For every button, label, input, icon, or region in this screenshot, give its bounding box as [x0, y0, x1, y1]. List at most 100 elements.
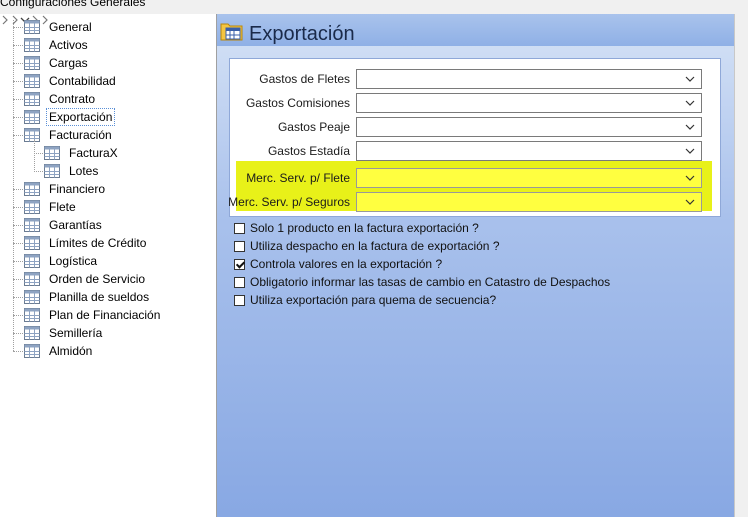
tree-connector	[34, 140, 35, 172]
tree-connector	[13, 135, 23, 136]
tree-item-12[interactable]: Garantías	[24, 216, 105, 234]
grid-table-icon	[24, 74, 40, 88]
tree-item-5[interactable]: Contrato	[24, 90, 98, 108]
grid-table-icon	[24, 182, 40, 196]
expense-dropdown[interactable]	[356, 141, 702, 161]
tree-item-3[interactable]: Cargas	[24, 54, 91, 72]
tree-connector	[13, 279, 23, 280]
expense-fields-group: Gastos de Fletes Gastos Comisiones Gastos …	[228, 58, 721, 217]
panel-title: Exportación	[249, 23, 355, 45]
expense-dropdown[interactable]	[356, 192, 702, 212]
grid-table-icon	[24, 200, 40, 214]
option-checkbox-row[interactable]: Utiliza despacho en la factura de export…	[234, 238, 500, 254]
tree-connector	[13, 351, 23, 352]
chevron-down-icon[interactable]	[685, 196, 695, 210]
tree-item-label: Almidón	[49, 344, 93, 358]
tree-item-label: FacturaX	[69, 146, 118, 160]
window-title: Configuraciones Generales	[0, 0, 146, 9]
grid-table-icon	[24, 236, 40, 250]
tree-item-label: Garantías	[49, 218, 102, 232]
chevron-down-icon[interactable]	[685, 172, 695, 186]
tree-item-9[interactable]: Lotes	[44, 162, 101, 180]
folder-table-icon	[220, 20, 244, 45]
checkbox[interactable]	[234, 240, 245, 252]
field-row: Gastos de Fletes	[230, 69, 720, 91]
checkbox-checked[interactable]	[234, 258, 245, 270]
tree-item-11[interactable]: Flete	[24, 198, 79, 216]
grid-table-icon	[24, 20, 40, 34]
checkbox-label: Controla valores en la exportación ?	[250, 257, 443, 271]
field-row: Gastos Peaje	[230, 117, 720, 139]
tree-item-18[interactable]: Semillería	[24, 324, 105, 342]
expense-dropdown[interactable]	[356, 168, 702, 188]
panel-header: Exportación	[217, 14, 734, 46]
option-checkbox-row[interactable]: Solo 1 producto en la factura exportació…	[234, 220, 479, 236]
tree-connector	[13, 333, 23, 334]
tree-item-label: Exportación	[46, 108, 116, 126]
tree-item-17[interactable]: Plan de Financiación	[24, 306, 163, 324]
tree-connector	[13, 20, 14, 351]
tree-item-label: Cargas	[49, 56, 88, 70]
tree-connector	[13, 63, 23, 64]
expense-dropdown[interactable]	[356, 117, 702, 137]
tree-item-14[interactable]: Logística	[24, 252, 100, 270]
tree-item-19[interactable]: Almidón	[24, 342, 95, 360]
right-edge-partial-window	[734, 14, 748, 517]
checkbox-label: Utiliza despacho en la factura de export…	[250, 239, 500, 253]
chevron-right-icon[interactable]	[0, 14, 10, 28]
checkbox[interactable]	[234, 294, 245, 306]
tree-item-label: Orden de Servicio	[49, 272, 146, 286]
chevron-down-icon[interactable]	[685, 73, 695, 87]
chevron-down-icon[interactable]	[685, 121, 695, 135]
tree-item-15[interactable]: Orden de Servicio	[24, 270, 148, 288]
checkbox-label: Solo 1 producto en la factura exportació…	[250, 221, 479, 235]
tree-item-label: Activos	[49, 38, 88, 52]
chevron-down-icon[interactable]	[685, 145, 695, 159]
tree-item-label: Flete	[49, 200, 76, 214]
field-row: Merc. Serv. p/ Flete	[230, 168, 720, 190]
tree-item-label: Contabilidad	[49, 74, 116, 88]
field-label: Merc. Serv. p/ Flete	[246, 171, 350, 185]
grid-table-icon	[24, 272, 40, 286]
tree-item-16[interactable]: Planilla de sueldos	[24, 288, 152, 306]
checkbox-label: Obligatorio informar las tasas de cambio…	[250, 275, 611, 289]
chevron-down-icon[interactable]	[685, 97, 695, 111]
grid-table-icon	[24, 38, 40, 52]
grid-table-icon	[24, 56, 40, 70]
tree-item-label: Planilla de sueldos	[49, 290, 150, 304]
grid-table-icon	[24, 92, 40, 106]
checkbox[interactable]	[234, 276, 245, 288]
tree-item-label: Facturación	[49, 128, 112, 142]
checkbox-label: Utiliza exportación para quema de secuen…	[250, 293, 497, 307]
grid-table-icon	[24, 344, 40, 358]
tree-item-10[interactable]: Financiero	[24, 180, 108, 198]
grid-table-icon	[44, 146, 60, 160]
checkbox[interactable]	[234, 222, 245, 234]
field-row: Gastos Comisiones	[230, 93, 720, 115]
tree-connector	[13, 225, 23, 226]
expense-dropdown[interactable]	[356, 93, 702, 113]
grid-table-icon	[24, 254, 40, 268]
tree-item-6[interactable]: Exportación	[24, 108, 116, 126]
tree-item-label: Límites de Crédito	[49, 236, 147, 250]
tree-item-1[interactable]: General	[24, 18, 95, 36]
tree-connector	[13, 297, 23, 298]
tree-item-label: Logística	[49, 254, 98, 268]
expense-dropdown[interactable]	[356, 69, 702, 89]
tree-item-4[interactable]: Contabilidad	[24, 72, 119, 90]
settings-tree[interactable]: General Activos Cargas Contabilidad Contrato…	[0, 14, 217, 517]
tree-connector	[13, 207, 23, 208]
option-checkbox-row[interactable]: Utiliza exportación para quema de secuen…	[234, 292, 496, 308]
grid-table-icon	[24, 308, 40, 322]
field-label: Gastos Comisiones	[245, 96, 350, 110]
tree-connector	[13, 27, 23, 28]
tree-item-7[interactable]: Facturación	[24, 126, 115, 144]
tree-item-8[interactable]: FacturaX	[44, 144, 121, 162]
option-checkbox-row[interactable]: Obligatorio informar las tasas de cambio…	[234, 274, 610, 290]
tree-item-2[interactable]: Activos	[24, 36, 91, 54]
tree-connector	[34, 153, 43, 154]
option-checkbox-row[interactable]: Controla valores en la exportación ?	[234, 256, 442, 272]
tree-item-label: Lotes	[69, 164, 99, 178]
chevron-right-icon[interactable]	[10, 14, 20, 28]
tree-item-13[interactable]: Límites de Crédito	[24, 234, 149, 252]
